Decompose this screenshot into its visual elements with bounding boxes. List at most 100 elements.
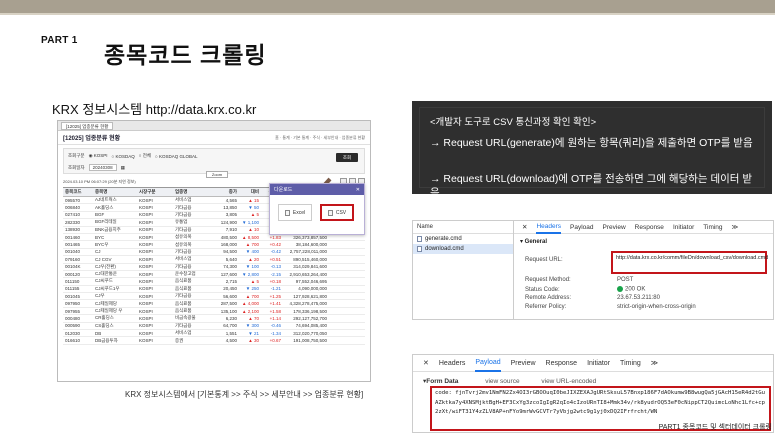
table-row[interactable]: 000480 CR홀딩스 KOSPI 비금속광물 6,230 ▲ 70 +1.14 292,1… (63, 315, 365, 323)
tab-payload[interactable]: Payload (570, 224, 594, 231)
form-data-section[interactable]: ▾Form Data (423, 378, 458, 385)
table-cell: 027410 (65, 212, 81, 218)
table-cell: 음식료품 (175, 300, 192, 306)
table-row[interactable]: 001040 CJ KOSPI 기타금융 94,500 ▼ 400 -0.42 2,757,2… (63, 249, 365, 257)
table-row[interactable]: 097950 CJ제일제당 KOSPI 음식료품 287,500 ▲ 4,000 +1.41… (63, 300, 365, 308)
table-cell: KOSPI (139, 308, 153, 314)
table-row[interactable]: 001460 BYC KOSPI 섬유의복 480,500 ▲ 8,500 +1.83 326… (63, 234, 365, 242)
tab-headers[interactable]: Headers (439, 360, 465, 367)
table-cell: KOSPI (139, 197, 153, 203)
table-cell: +0.42 (269, 242, 281, 248)
col-header[interactable]: 종목명 (93, 189, 137, 195)
table-cell: 000590 (65, 323, 81, 329)
network-item[interactable]: download.cmd (413, 244, 513, 254)
table-cell: ▼ 21 (248, 330, 259, 336)
table-cell: 2,910,653,264,400 (289, 271, 327, 277)
tab-timing[interactable]: Timing (703, 224, 722, 231)
tab-initiator[interactable]: Initiator (673, 224, 694, 231)
table-cell: ▲ 4,000 (242, 301, 259, 307)
krx-tab[interactable]: [12025] 업종분류 현황 (61, 121, 114, 130)
tab-initiator[interactable]: Initiator (587, 360, 610, 367)
col-header[interactable]: 시장구분 (137, 189, 173, 195)
table-cell: 124,900 (220, 219, 237, 225)
col-header[interactable]: 업종명 (173, 189, 209, 195)
table-cell: KOSPI (139, 219, 153, 225)
table-cell: 168,000 (220, 242, 237, 248)
table-cell: +1.58 (269, 308, 281, 314)
col-header[interactable]: 종가 (209, 189, 239, 195)
table-cell: ▲ 70 (248, 315, 259, 321)
table-cell: 94,500 (223, 249, 237, 255)
col-header[interactable]: 종목코드 (63, 189, 93, 195)
zoom-control[interactable]: Zoom (206, 171, 228, 178)
tab-payload[interactable]: Payload (475, 355, 501, 372)
request-url-row: Request URL: (525, 257, 563, 263)
table-cell: 127,928,621,800 (293, 293, 327, 299)
board-line-1: → Request URL(generate)에 원하는 항목(쿼리)을 제출하… (430, 137, 753, 149)
table-cell: KOSPI (139, 293, 153, 299)
table-row[interactable]: 011150 CJ씨푸드 KOSPI 음식료품 2,715 ▲ 5 +0.18 97,552,… (63, 278, 365, 286)
network-item[interactable]: generate.cmd (413, 234, 513, 244)
file-icon (327, 209, 333, 216)
table-row[interactable]: 011155 CJ씨푸드1우 KOSPI 음식료품 20,450 ▼ 250 -1.21 4,… (63, 285, 365, 294)
table-cell: KOSPI (139, 278, 153, 284)
table-cell: CJ제일제당 우 (95, 308, 123, 314)
view-source-link[interactable]: view source (485, 378, 519, 385)
table-row[interactable]: 001045 CJ우 KOSPI 기타금융 56,600 ▲ 700 +1.25 127,92… (63, 293, 365, 301)
table-cell: 282330 (65, 219, 81, 225)
table-cell: 3,805 (225, 212, 237, 218)
request-method-row: Request Method: POST (525, 277, 634, 283)
table-cell: CJ씨푸드1우 (95, 285, 120, 291)
close-icon[interactable]: ✕ (423, 359, 429, 367)
search-button[interactable]: 조회 (336, 153, 358, 162)
calendar-icon[interactable]: ▦ (121, 165, 125, 171)
view-url-encoded-link[interactable]: view URL-encoded (541, 378, 596, 385)
table-row[interactable]: 001465 BYC우 KOSPI 섬유의복 168,000 ▲ 700 +0.42 38,1… (63, 241, 365, 249)
top-decor-bar (0, 0, 775, 13)
table-row[interactable]: 079160 CJ CGV KOSPI 서비스업 5,640 ▲ 20 +0.51 890,5… (63, 256, 365, 264)
table-cell: 001460 (65, 234, 81, 240)
table-row[interactable]: 012030 DB KOSPI 서비스업 1,551 ▼ 21 -1.34 312,020,7… (63, 330, 365, 338)
tab-response[interactable]: Response (635, 224, 664, 231)
col-header[interactable]: 대비 (239, 189, 261, 195)
table-cell: CJ제일제당 (95, 300, 118, 306)
table-row[interactable]: 000590 CS홀딩스 KOSPI 기타금융 64,700 ▼ 300 -0.46 74,6… (63, 323, 365, 331)
table-cell: 기타금융 (175, 293, 192, 299)
table-cell: KOSPI (139, 338, 153, 344)
table-row[interactable]: 016610 DB금융투자 KOSPI 증권 4,500 ▲ 30 +0.67 191,008… (63, 337, 365, 345)
excel-download-button[interactable]: Excel (278, 204, 312, 221)
table-cell: BGF (95, 212, 105, 218)
tab-response[interactable]: Response (546, 360, 578, 367)
table-row[interactable]: 000120 CJ대한통운 KOSPI 운수창고업 127,600 ▼ 2,800 -2.1… (63, 271, 365, 279)
market-radio-kospi[interactable]: ◉ KOSPI (89, 153, 108, 159)
close-icon[interactable]: ✕ (356, 187, 360, 193)
table-row[interactable]: 097955 CJ제일제당 우 KOSPI 음식료품 135,100 ▲ 2,100 +1.… (63, 308, 365, 316)
form-data-row: ▾Form Data view source view URL-encoded (423, 377, 616, 385)
table-cell: ▼ 300 (245, 323, 259, 329)
table-cell: 890,515,460,000 (293, 256, 327, 262)
table-cell: 운수창고업 (175, 271, 196, 277)
table-cell: 001465 (65, 242, 81, 248)
date-input[interactable]: 20240308 (88, 164, 117, 171)
tab-preview[interactable]: Preview (511, 360, 536, 367)
market-radio-kosdaq[interactable]: ○ KOSDAQ (112, 154, 135, 159)
market-radio-all[interactable]: ○ 전체 (139, 153, 151, 159)
more-tabs-icon[interactable]: ≫ (732, 223, 739, 231)
table-row[interactable]: 00104K CJ우(전환) KOSPI 기타금융 74,300 ▼ 100 -0.13 31… (63, 264, 365, 271)
csv-download-button[interactable]: CSV (320, 204, 354, 221)
tab-headers[interactable]: Headers (536, 221, 562, 234)
table-cell: BYC (95, 234, 105, 240)
table-cell: 000120 (65, 271, 81, 277)
request-url-value: http://data.krx.co.kr/comm/fileDn/downlo… (611, 251, 768, 274)
more-tabs-icon[interactable]: ≫ (651, 359, 658, 367)
table-cell: 178,336,198,500 (293, 308, 327, 314)
tab-preview[interactable]: Preview (603, 224, 626, 231)
table-cell: 001040 (65, 249, 81, 255)
board-heading: <개발자 도구로 CSV 통신과정 확인 확인> (430, 117, 597, 128)
table-cell: CJ (95, 249, 101, 255)
close-icon[interactable]: ✕ (522, 223, 527, 231)
tab-timing[interactable]: Timing (620, 360, 641, 367)
table-cell: 74,694,085,400 (295, 323, 327, 329)
general-section[interactable]: ▾ General (520, 238, 547, 245)
market-radio-kosdaq-global[interactable]: ○ KOSDAQ GLOBAL (155, 154, 197, 159)
